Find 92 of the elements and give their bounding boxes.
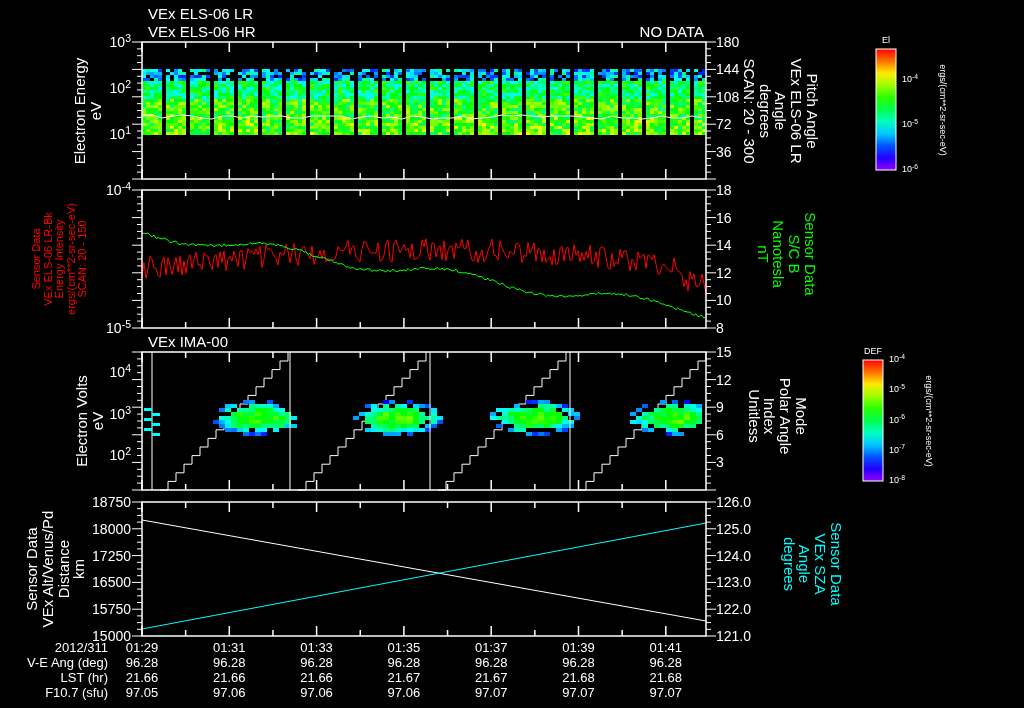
axis-tick-label: 10 xyxy=(716,293,732,308)
axis-value-label: 21.68 xyxy=(562,671,595,685)
axis-value-label: 96.28 xyxy=(649,656,683,670)
axis-tick-label: 12 xyxy=(716,372,732,387)
axis-tick-label: 10$^{1}$ xyxy=(109,126,131,142)
axis-value-label: 01:33 xyxy=(300,641,333,655)
axis-tick-label: 144 xyxy=(716,62,740,77)
axis-value-label: 01:29 xyxy=(125,641,159,655)
axis-tick-label: 126.0 xyxy=(716,494,752,510)
axis-tick-label: 8 xyxy=(716,320,724,336)
axis-title: Sensor Data VEx ELS-06 LR-Bk Energy Intensity ergs/(cm**2-sr-sec-eV) SCAN: 20 - 150 xyxy=(31,203,89,315)
plot-title: VEx ELS-06 LR xyxy=(148,6,254,22)
colorbar-tick-label: 10$^{-4}$ xyxy=(889,355,906,365)
colorbar-tick-label: 10$^{-4}$ xyxy=(902,75,919,86)
axis-tick-label: 124.0 xyxy=(716,548,752,563)
axis-tick-label: 12 xyxy=(716,265,732,281)
axis-title: Sensor Data VEx Alt/Venus/Pd Distance km xyxy=(23,510,87,628)
plot-title: VEx IMA-00 xyxy=(148,334,229,350)
axis-title: Electron Volts eV xyxy=(74,375,106,467)
status-label: NO DATA xyxy=(639,24,704,40)
axis-tick-label: 10$^{4}$ xyxy=(109,364,131,380)
axis-value-label: 21.67 xyxy=(474,671,508,685)
axis-value-label: 96.28 xyxy=(562,656,595,670)
axis-value-label: 01:31 xyxy=(213,641,246,655)
axis-value-label: 01:35 xyxy=(387,641,421,655)
axis-tick-label: 17250 xyxy=(92,548,131,563)
axis-title: Pitch Angle VEx ELS-06 LR Angle degrees SCAN: 20 - 300 xyxy=(741,57,821,164)
axis-tick-label: 18 xyxy=(716,182,732,198)
plot-title: VEx ELS-06 HR xyxy=(148,24,256,40)
axis-title: Sensor Data VEx SZA Angle degrees xyxy=(780,522,844,606)
axis-tick-label: 18750 xyxy=(92,494,131,510)
axis-value-label: 21.68 xyxy=(649,671,683,685)
axis-tick-label: 16 xyxy=(716,210,732,225)
axis-value-label: 97.06 xyxy=(300,686,333,700)
axis-tick-label: 15750 xyxy=(92,601,131,617)
axis-value-label: 96.28 xyxy=(387,656,421,670)
axis-value-label: 01:41 xyxy=(649,641,683,655)
axis-tick-label: 16500 xyxy=(92,575,131,590)
row-label: F10.7 (sfu) xyxy=(45,686,108,700)
row-label: LST (hr) xyxy=(60,671,108,685)
axis-tick-label: 10$^{2}$ xyxy=(109,80,131,96)
axis-tick-label: 10$^{-4}$ xyxy=(106,182,131,198)
axis-value-label: 97.05 xyxy=(125,686,159,700)
axis-tick-label: 122.0 xyxy=(716,601,752,617)
axis-value-label: 97.07 xyxy=(474,686,508,700)
axis-tick-label: 72 xyxy=(716,116,732,132)
axis-value-label: 21.66 xyxy=(125,671,159,685)
axis-title: Electron Energy eV xyxy=(72,57,104,164)
colorbar-unit-label: ergs/(cm**2-sr-sec-eV) xyxy=(937,63,947,156)
axis-value-label: 21.67 xyxy=(387,671,421,685)
colorbar-tick-label: 10$^{-5}$ xyxy=(902,120,919,130)
axis-value-label: 96.28 xyxy=(213,656,246,670)
colorbar-tick-label: 10$^{-6}$ xyxy=(902,165,919,175)
colorbar-title: DEF xyxy=(864,347,882,357)
axis-value-label: 96.28 xyxy=(300,656,333,670)
row-label: V-E Ang (deg) xyxy=(27,656,108,670)
axis-value-label: 97.06 xyxy=(213,686,246,700)
axis-tick-label: 18000 xyxy=(92,521,131,537)
axis-title: Sensor Data S/C B Nanotesla nT xyxy=(754,212,818,296)
axis-tick-label: 125.0 xyxy=(716,521,752,537)
axis-tick-label: 180 xyxy=(716,34,740,50)
axis-tick-label: 9 xyxy=(716,399,724,415)
colorbar-tick-label: 10$^{-8}$ xyxy=(889,476,906,486)
axis-tick-label: 10$^{3}$ xyxy=(109,406,131,422)
axis-tick-label: 3 xyxy=(716,455,724,470)
axis-value-label: 21.66 xyxy=(300,671,333,685)
axis-tick-label: 123.0 xyxy=(716,575,752,590)
axis-tick-label: 36 xyxy=(716,144,732,159)
colorbar-tick-label: 10$^{-7}$ xyxy=(889,446,906,456)
axis-title: Mode Polar Angle Index Unitless xyxy=(745,377,809,455)
axis-tick-label: 10$^{2}$ xyxy=(109,447,131,463)
axis-tick-label: 14 xyxy=(716,237,732,253)
axis-value-label: 21.66 xyxy=(213,671,246,685)
axis-value-label: 97.07 xyxy=(649,686,683,700)
row-label: 2012/311 xyxy=(54,641,108,655)
axis-tick-label: 15 xyxy=(716,344,732,360)
colorbar-tick-label: 10$^{-5}$ xyxy=(889,385,906,395)
axis-tick-label: 10$^{3}$ xyxy=(109,34,131,50)
axis-value-label: 96.28 xyxy=(125,656,159,670)
axis-tick-label: 108 xyxy=(716,89,740,105)
colorbar-tick-label: 10$^{-6}$ xyxy=(889,415,906,426)
axis-tick-label: 6 xyxy=(716,427,724,443)
axis-value-label: 97.07 xyxy=(562,686,595,700)
colorbar-title: El xyxy=(882,36,890,46)
axis-value-label: 97.06 xyxy=(387,686,421,700)
axis-tick-label: 121.0 xyxy=(716,628,752,644)
colorbar-unit-label: ergs/(cm**2-sr-sec-eV) xyxy=(923,374,933,467)
axis-value-label: 96.28 xyxy=(474,656,508,670)
axis-value-label: 01:39 xyxy=(562,641,595,655)
axis-value-label: 01:37 xyxy=(474,641,508,655)
axis-tick-label: 10$^{-5}$ xyxy=(106,320,131,336)
axis-tick-label: 15000 xyxy=(92,628,131,644)
